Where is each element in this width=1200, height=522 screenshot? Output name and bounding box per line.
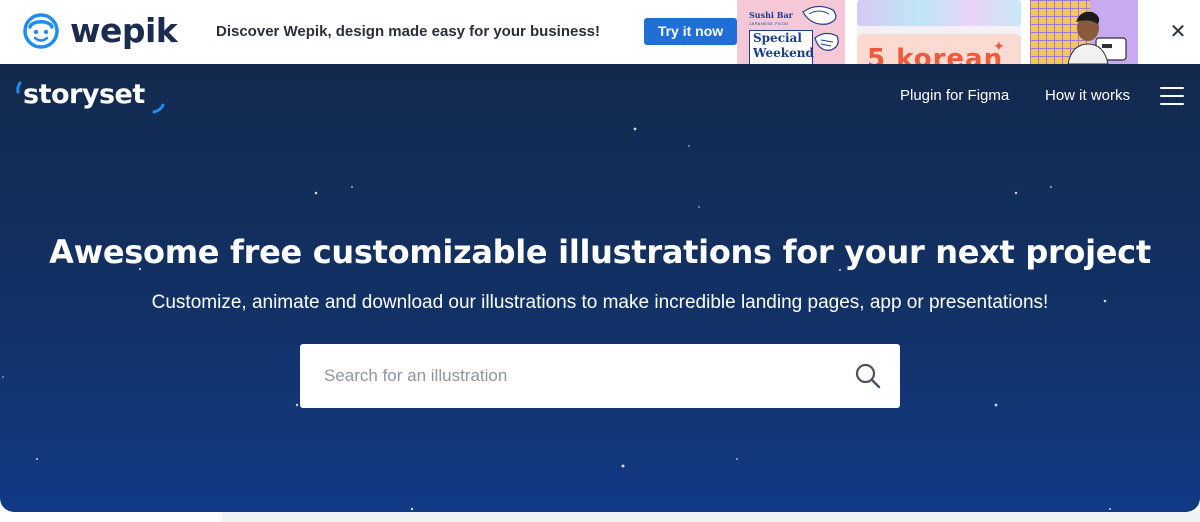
wepik-wordmark: wepik — [70, 11, 178, 50]
hero-title: Awesome free customizable illustrations … — [49, 233, 1151, 271]
sushi-illustration-icon — [802, 5, 839, 51]
promo-banner: wepik Discover Wepik, design made easy f… — [0, 0, 1200, 64]
storyset-logo[interactable]: storyset — [15, 78, 175, 114]
try-it-now-button[interactable]: Try it now — [644, 18, 737, 45]
promo-card-korean: 5 korean ✦ — [857, 0, 1021, 64]
person-photo-icon — [1067, 11, 1127, 64]
sparkle-icon: ✦ — [993, 38, 1005, 54]
search-bar — [300, 344, 900, 408]
search-input[interactable] — [300, 344, 840, 408]
sushi-card-subtitle: JAPANESE FOOD — [749, 21, 789, 26]
hamburger-menu-icon[interactable] — [1160, 87, 1184, 105]
wepik-logo[interactable]: wepik — [22, 10, 178, 52]
starfield-decoration — [2, 127, 1111, 511]
promo-card-sushi: Sushi Bar JAPANESE FOOD Special Weekend — [737, 0, 845, 64]
storyset-wordmark: storyset — [23, 79, 145, 110]
promo-images[interactable]: Sushi Bar JAPANESE FOOD Special Weekend … — [737, 0, 1141, 64]
close-banner-icon[interactable]: ✕ — [1166, 20, 1190, 44]
holographic-strip — [857, 0, 1021, 26]
korean-card-text: 5 korean — [867, 44, 1004, 64]
search-icon[interactable] — [854, 362, 882, 390]
nav-how-it-works[interactable]: How it works — [1045, 86, 1130, 106]
nav-plugin-for-figma[interactable]: Plugin for Figma — [900, 86, 1009, 106]
hero-section: storyset Plugin for Figma How it works A… — [0, 64, 1200, 512]
promo-card-person — [1030, 0, 1138, 64]
wepik-logo-icon — [23, 13, 59, 49]
hero-subtitle: Customize, animate and download our illu… — [151, 292, 1049, 313]
content-edge-strip — [222, 512, 1200, 522]
banner-message: Discover Wepik, design made easy for you… — [216, 23, 601, 40]
sushi-card-title: Sushi Bar — [749, 10, 793, 20]
